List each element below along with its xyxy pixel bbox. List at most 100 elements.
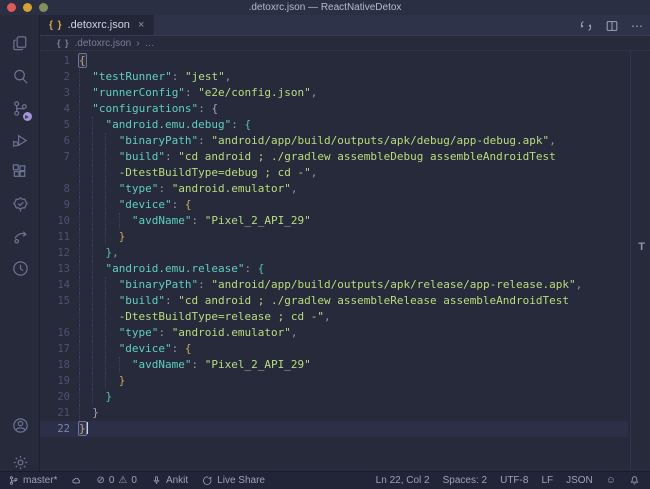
code-line[interactable]: "binaryPath": "android/app/build/outputs… bbox=[70, 133, 650, 149]
account-button[interactable] bbox=[0, 410, 40, 440]
more-actions-icon[interactable]: ⋯ bbox=[631, 19, 644, 33]
zoom-window-button[interactable] bbox=[39, 3, 48, 12]
sync-button[interactable] bbox=[71, 475, 82, 486]
line-number[interactable]: 21 bbox=[40, 405, 70, 421]
line-number[interactable]: 15 bbox=[40, 293, 70, 309]
breadcrumb[interactable]: { } .detoxrc.json › … bbox=[40, 36, 650, 51]
code-line[interactable]: } bbox=[70, 421, 628, 437]
line-number[interactable]: 4 bbox=[40, 101, 70, 117]
close-window-button[interactable] bbox=[7, 3, 16, 12]
code-editor[interactable]: 1{2 "testRunner": "jest", 3 "runnerConfig":… bbox=[40, 51, 650, 471]
code-line[interactable]: } bbox=[70, 229, 650, 245]
code-row[interactable]: 4 "configurations": { bbox=[40, 101, 650, 117]
code-line[interactable]: "binaryPath": "android/app/build/outputs… bbox=[70, 277, 650, 293]
code-line[interactable]: } bbox=[70, 389, 650, 405]
line-number[interactable] bbox=[40, 165, 70, 181]
language-mode[interactable]: JSON bbox=[566, 475, 593, 486]
code-row[interactable]: 20} bbox=[40, 389, 650, 405]
tab-detoxrc-json[interactable]: { } .detoxrc.json × bbox=[40, 15, 155, 35]
code-row[interactable]: -DtestBuildType=release ; cd -", bbox=[40, 309, 650, 325]
code-line[interactable]: } bbox=[70, 373, 650, 389]
line-number[interactable]: 11 bbox=[40, 229, 70, 245]
code-line[interactable]: }, bbox=[70, 245, 650, 261]
code-row[interactable]: 22} bbox=[40, 421, 628, 437]
code-row[interactable]: 19} bbox=[40, 373, 650, 389]
code-line[interactable]: } bbox=[70, 405, 650, 421]
line-number[interactable]: 13 bbox=[40, 261, 70, 277]
line-number[interactable] bbox=[40, 309, 70, 325]
code-line[interactable]: "build": "cd android ; ./gradlew assembl… bbox=[70, 293, 650, 309]
line-number[interactable]: 14 bbox=[40, 277, 70, 293]
code-line[interactable]: "device": { bbox=[70, 197, 650, 213]
code-line[interactable]: "avdName": "Pixel_2_API_29" bbox=[70, 213, 650, 229]
code-row[interactable]: 5 "android.emu.debug": { bbox=[40, 117, 650, 133]
line-number[interactable]: 9 bbox=[40, 197, 70, 213]
line-number[interactable]: 1 bbox=[40, 53, 70, 69]
code-row[interactable]: 8 "type": "android.emulator", bbox=[40, 181, 650, 197]
code-row[interactable]: 3 "runnerConfig": "e2e/config.json", bbox=[40, 85, 650, 101]
line-number[interactable]: 3 bbox=[40, 85, 70, 101]
code-row[interactable]: 12}, bbox=[40, 245, 650, 261]
breadcrumb-more[interactable]: … bbox=[145, 38, 155, 49]
open-changes-icon[interactable] bbox=[579, 19, 593, 33]
code-line[interactable]: "runnerConfig": "e2e/config.json", bbox=[70, 85, 650, 101]
code-row[interactable]: 10 "avdName": "Pixel_2_API_29" bbox=[40, 213, 650, 229]
line-number[interactable]: 16 bbox=[40, 325, 70, 341]
sidebar-item-source-control[interactable] bbox=[0, 93, 40, 123]
minimize-window-button[interactable] bbox=[23, 3, 32, 12]
line-number[interactable]: 19 bbox=[40, 373, 70, 389]
code-row[interactable]: 13 "android.emu.release": { bbox=[40, 261, 650, 277]
sidebar-item-extensions[interactable] bbox=[0, 157, 40, 187]
code-row[interactable]: 14 "binaryPath": "android/app/build/outpu… bbox=[40, 277, 650, 293]
line-number[interactable]: 17 bbox=[40, 341, 70, 357]
code-row[interactable]: 2 "testRunner": "jest", bbox=[40, 69, 650, 85]
line-number[interactable]: 12 bbox=[40, 245, 70, 261]
code-row[interactable]: 11} bbox=[40, 229, 650, 245]
breadcrumb-file[interactable]: .detoxrc.json bbox=[75, 38, 132, 49]
sidebar-item-explorer[interactable] bbox=[0, 28, 40, 58]
code-row[interactable]: 6 "binaryPath": "android/app/build/output… bbox=[40, 133, 650, 149]
code-row[interactable]: 9 "device": { bbox=[40, 197, 650, 213]
line-number[interactable]: 18 bbox=[40, 357, 70, 373]
line-number[interactable]: 20 bbox=[40, 389, 70, 405]
encoding-indicator[interactable]: UTF-8 bbox=[500, 475, 528, 486]
branch-indicator[interactable]: master* bbox=[8, 475, 57, 486]
feedback-smiley-icon[interactable]: ☺ bbox=[606, 475, 616, 486]
sidebar-item-run-debug[interactable] bbox=[0, 125, 40, 155]
code-line[interactable]: "testRunner": "jest", bbox=[70, 69, 650, 85]
problems-indicator[interactable]: ⊘ 0 ⚠ 0 bbox=[96, 475, 136, 486]
sidebar-item-approval[interactable] bbox=[0, 189, 40, 219]
code-line[interactable]: "type": "android.emulator", bbox=[70, 325, 650, 341]
code-line[interactable]: { bbox=[70, 53, 650, 69]
code-line[interactable]: "configurations": { bbox=[70, 101, 650, 117]
overview-ruler[interactable]: T bbox=[630, 51, 650, 471]
code-line[interactable]: "android.emu.debug": { bbox=[70, 117, 650, 133]
eol-indicator[interactable]: LF bbox=[541, 475, 553, 486]
code-line[interactable]: "type": "android.emulator", bbox=[70, 181, 650, 197]
code-row[interactable]: 21} bbox=[40, 405, 650, 421]
code-row[interactable]: 17 "device": { bbox=[40, 341, 650, 357]
user-indicator[interactable]: Ankit bbox=[151, 475, 188, 486]
code-row[interactable]: 7 "build": "cd android ; ./gradlew assemb… bbox=[40, 149, 650, 165]
cursor-position[interactable]: Ln 22, Col 2 bbox=[376, 475, 430, 486]
line-number[interactable]: 8 bbox=[40, 181, 70, 197]
code-row[interactable]: 1{ bbox=[40, 53, 650, 69]
live-share-button[interactable]: Live Share bbox=[202, 475, 265, 486]
line-number[interactable]: 10 bbox=[40, 213, 70, 229]
bell-icon[interactable] bbox=[629, 475, 640, 486]
close-tab-icon[interactable]: × bbox=[138, 19, 144, 31]
code-line[interactable]: -DtestBuildType=debug ; cd -", bbox=[70, 165, 650, 181]
line-number[interactable]: 7 bbox=[40, 149, 70, 165]
sidebar-item-search[interactable] bbox=[0, 61, 40, 91]
code-row[interactable]: 15 "build": "cd android ; ./gradlew assem… bbox=[40, 293, 650, 309]
line-number[interactable]: 5 bbox=[40, 117, 70, 133]
code-row[interactable]: 16 "type": "android.emulator", bbox=[40, 325, 650, 341]
code-line[interactable]: "device": { bbox=[70, 341, 650, 357]
line-number[interactable]: 22 bbox=[40, 421, 70, 437]
line-number[interactable]: 2 bbox=[40, 69, 70, 85]
code-line[interactable]: "android.emu.release": { bbox=[70, 261, 650, 277]
sidebar-item-history[interactable] bbox=[0, 253, 40, 283]
code-line[interactable]: "avdName": "Pixel_2_API_29" bbox=[70, 357, 650, 373]
split-editor-icon[interactable] bbox=[605, 19, 619, 33]
line-number[interactable]: 6 bbox=[40, 133, 70, 149]
